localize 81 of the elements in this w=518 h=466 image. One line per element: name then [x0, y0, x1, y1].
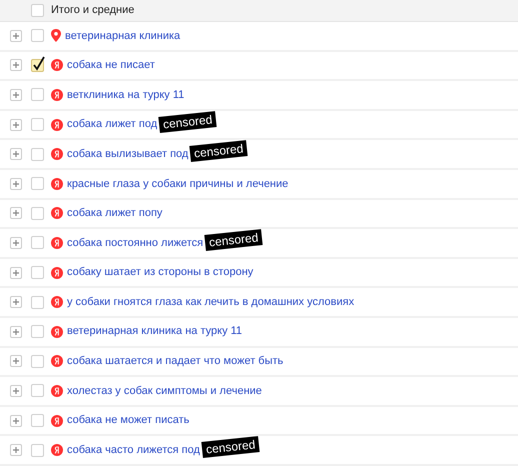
yandex-logo-icon — [51, 88, 63, 101]
plus-icon — [13, 180, 19, 187]
checkbox[interactable] — [31, 206, 44, 220]
expand-button[interactable] — [10, 384, 22, 397]
checkbox[interactable] — [31, 384, 44, 398]
yandex-logo-icon — [51, 414, 63, 427]
keyword-link[interactable]: собака вылизывает под — [67, 146, 188, 162]
plus-icon — [13, 32, 19, 39]
plus-icon — [13, 240, 19, 246]
expand-button[interactable] — [10, 148, 22, 160]
checkbox[interactable] — [31, 118, 44, 132]
expand-button[interactable] — [10, 88, 22, 101]
keyword-link[interactable]: собака не писает — [67, 57, 155, 74]
checkbox[interactable] — [31, 177, 44, 190]
keyword-link[interactable]: у собаки гноятся глаза как лечить в домашних условиях — [67, 294, 354, 310]
plus-icon — [13, 299, 19, 306]
yandex-logo-icon — [51, 266, 63, 279]
expand-button[interactable] — [10, 266, 22, 279]
yandex-logo-icon — [51, 178, 63, 190]
expand-button[interactable] — [10, 118, 22, 131]
checkbox[interactable] — [31, 4, 44, 17]
column-header: Итого и средние — [51, 3, 134, 18]
expand-button[interactable] — [10, 326, 22, 338]
checkbox[interactable] — [31, 236, 44, 250]
expand-button[interactable] — [10, 30, 22, 42]
yandex-logo-icon — [51, 59, 63, 72]
checkbox[interactable] — [31, 88, 44, 102]
yandex-logo-icon — [51, 118, 63, 131]
checkbox[interactable] — [31, 148, 44, 161]
keyword-link[interactable]: ветклиника на турку 11 — [67, 86, 184, 104]
expand-button[interactable] — [10, 414, 22, 427]
expand-button[interactable] — [10, 296, 22, 308]
yandex-logo-icon — [51, 355, 63, 368]
keyword-link[interactable]: собака лижет под — [67, 116, 158, 133]
yandex-logo-icon — [51, 444, 63, 456]
yandex-logo-icon — [51, 148, 63, 160]
checkbox[interactable] — [31, 58, 44, 72]
keyword-link[interactable]: красные глаза у собаки причины и лечение — [67, 176, 288, 192]
plus-icon — [13, 92, 19, 98]
checkbox[interactable] — [31, 354, 44, 368]
yandex-logo-icon — [51, 207, 63, 220]
expand-button[interactable] — [10, 355, 22, 368]
yandex-logo-icon — [51, 384, 63, 397]
plus-icon — [13, 210, 19, 216]
keyword-link[interactable]: собака лижет попу — [67, 205, 162, 222]
keyword-link[interactable]: ветеринарная клиника на турку 11 — [67, 323, 242, 340]
keyword-link[interactable]: собака не может писать — [67, 412, 190, 429]
expand-button[interactable] — [10, 59, 22, 72]
yandex-logo-icon — [51, 326, 63, 338]
plus-icon — [13, 418, 19, 424]
keyword-link[interactable]: собака часто лижется под — [67, 442, 200, 458]
plus-icon — [13, 328, 19, 335]
expand-button[interactable] — [10, 444, 22, 456]
checkbox[interactable] — [31, 325, 44, 338]
plus-icon — [13, 358, 19, 364]
censored-label: censored — [201, 436, 260, 458]
checkbox[interactable] — [31, 29, 44, 42]
checkbox[interactable] — [31, 266, 44, 280]
expand-button[interactable] — [10, 178, 22, 190]
plus-icon — [13, 62, 19, 68]
keyword-link[interactable]: ветеринарная клиника — [65, 28, 180, 44]
plus-icon — [13, 151, 19, 158]
expand-button[interactable] — [10, 236, 22, 249]
censored-label: censored — [204, 229, 264, 251]
checkbox[interactable] — [31, 296, 44, 309]
keyword-link[interactable]: собаку шатает из стороны в сторону — [67, 264, 254, 281]
checkbox[interactable] — [31, 414, 44, 428]
keyword-link[interactable]: собака шатается и падает что может быть — [67, 353, 284, 370]
expand-button[interactable] — [10, 207, 22, 220]
keyword-link[interactable]: холестаз у собак симптомы и лечение — [67, 382, 262, 400]
yandex-logo-icon — [51, 236, 63, 249]
censored-label: censored — [190, 140, 248, 162]
plus-icon — [13, 122, 19, 128]
plus-icon — [13, 270, 19, 276]
map-pin-icon — [51, 29, 61, 42]
checkbox[interactable] — [31, 444, 44, 457]
plus-icon — [13, 388, 19, 394]
yandex-logo-icon — [51, 296, 63, 308]
keyword-link[interactable]: собака постоянно лижется — [67, 234, 204, 252]
plus-icon — [13, 447, 19, 454]
censored-label: censored — [158, 110, 218, 133]
